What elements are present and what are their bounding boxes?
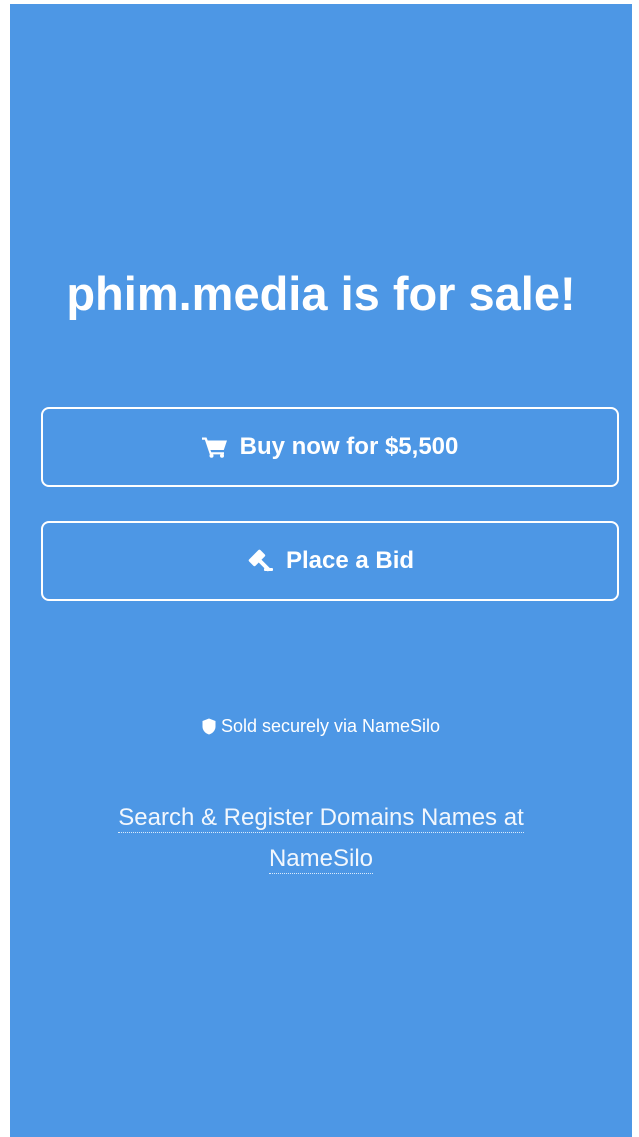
namesilo-search-link-text: Search & Register Domains Names at NameS… <box>118 804 524 874</box>
shield-icon <box>202 718 216 734</box>
page-title: phim.media is for sale! <box>66 267 576 320</box>
cart-icon <box>201 437 227 458</box>
place-bid-label: Place a Bid <box>285 547 415 574</box>
gavel-icon <box>248 549 273 572</box>
page-background: phim.media is for sale! Buy now for $5,5… <box>10 4 632 1137</box>
secure-note-text: Sold securely via NameSilo <box>220 716 441 736</box>
sale-page: phim.media is for sale! Buy now for $5,5… <box>10 4 632 1137</box>
buy-now-label: Buy now for $5,500 <box>239 433 459 460</box>
place-bid-button[interactable]: Place a Bid <box>41 521 619 601</box>
secure-note: Sold securely via NameSilo <box>10 715 632 737</box>
buy-now-button[interactable]: Buy now for $5,500 <box>41 407 619 487</box>
namesilo-search-link[interactable]: Search & Register Domains Names at NameS… <box>70 797 572 879</box>
